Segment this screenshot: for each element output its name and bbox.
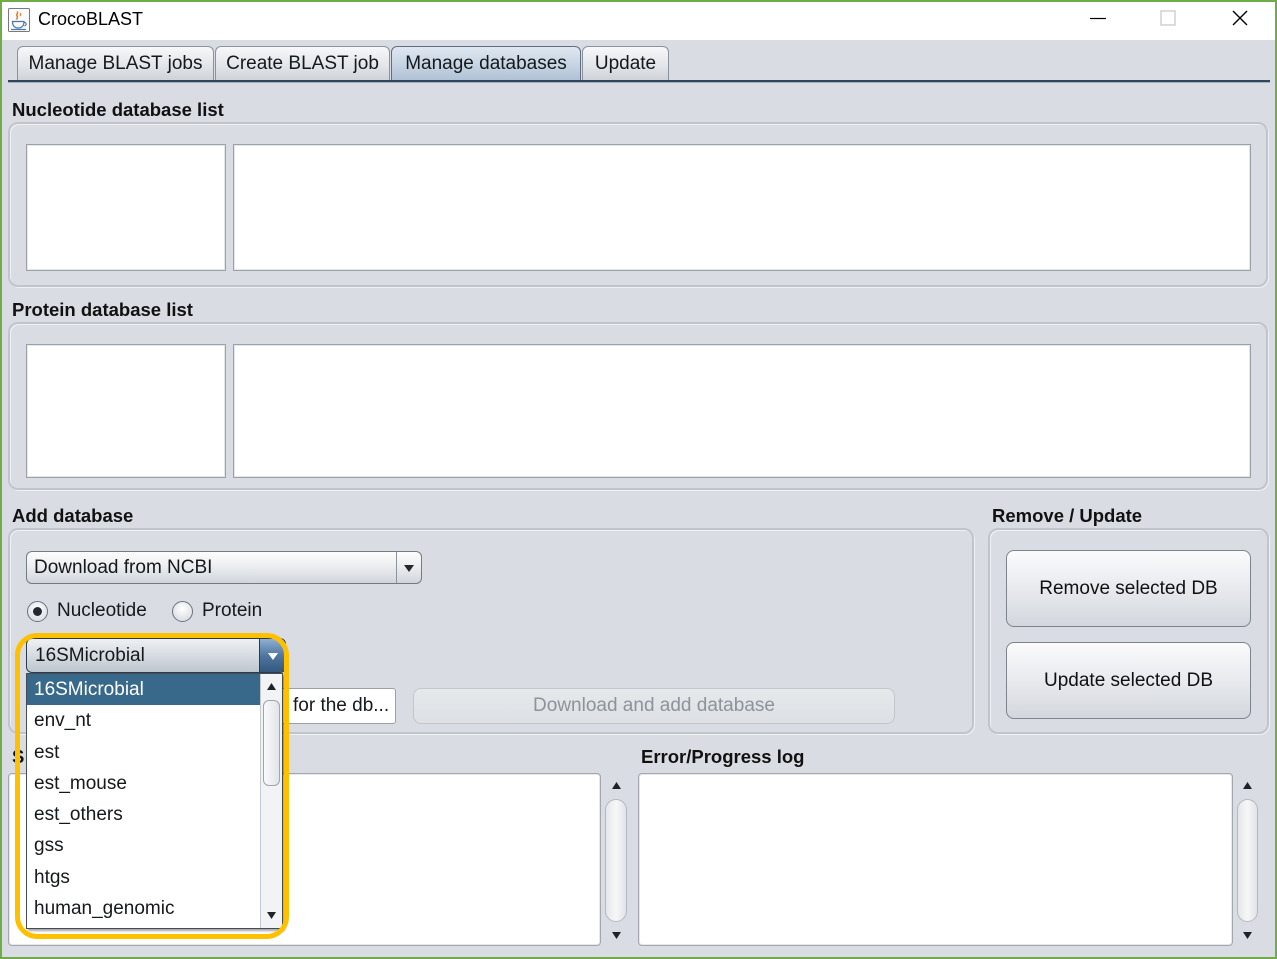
scroll-down-button[interactable] bbox=[261, 903, 282, 928]
scroll-track[interactable] bbox=[605, 799, 627, 922]
scroll-up-button[interactable] bbox=[261, 674, 282, 699]
radio-nucleotide-circle[interactable] bbox=[27, 601, 48, 622]
radio-protein-label[interactable]: Protein bbox=[202, 600, 262, 622]
radio-nucleotide-label[interactable]: Nucleotide bbox=[57, 600, 147, 622]
remove-update-section-title: Remove / Update bbox=[992, 505, 1143, 526]
download-add-database-button[interactable]: Download and add database bbox=[413, 688, 895, 724]
error-log-scrollbar[interactable] bbox=[1236, 773, 1259, 948]
status-log-title: S bbox=[12, 746, 25, 767]
scroll-up-arrow-icon bbox=[1242, 777, 1253, 795]
database-source-dropdown-button[interactable] bbox=[396, 552, 421, 583]
protein-db-name-list[interactable] bbox=[26, 344, 226, 478]
tab-manage-blast-jobs[interactable]: Manage BLAST jobs bbox=[17, 46, 214, 80]
ncbi-database-dropdown-button[interactable] bbox=[259, 639, 285, 672]
scroll-down-arrow-icon bbox=[266, 907, 277, 925]
scroll-down-arrow-icon bbox=[1242, 927, 1253, 945]
nucleotide-db-name-list[interactable] bbox=[26, 144, 226, 271]
protein-db-section-title: Protein database list bbox=[12, 299, 193, 320]
scroll-up-arrow-icon bbox=[611, 777, 622, 795]
tab-strip-divider-highlight bbox=[8, 82, 1270, 83]
dropdown-scroll-thumb[interactable] bbox=[263, 700, 280, 786]
dropdown-option[interactable]: 16SMicrobial bbox=[27, 674, 260, 706]
scroll-down-button[interactable] bbox=[1236, 923, 1259, 948]
window-title: CrocoBLAST bbox=[38, 9, 144, 29]
dropdown-option[interactable]: est bbox=[27, 737, 260, 768]
nucleotide-db-section-title: Nucleotide database list bbox=[12, 99, 224, 120]
chevron-down-icon bbox=[403, 557, 415, 579]
error-progress-log-textarea[interactable] bbox=[638, 773, 1233, 946]
scroll-up-button[interactable] bbox=[1236, 773, 1259, 798]
ncbi-database-value: 16SMicrobial bbox=[35, 645, 145, 666]
chevron-down-icon bbox=[267, 645, 279, 667]
java-cup-icon bbox=[8, 8, 30, 32]
add-database-section-title: Add database bbox=[12, 505, 134, 526]
dropdown-scrollbar[interactable] bbox=[260, 674, 282, 928]
scroll-down-button[interactable] bbox=[604, 923, 628, 948]
dropdown-option[interactable]: env_nt bbox=[27, 705, 260, 736]
dropdown-option[interactable]: htgs bbox=[27, 862, 260, 893]
protein-db-detail-list[interactable] bbox=[233, 344, 1251, 478]
ncbi-database-dropdown-list[interactable]: 16SMicrobial env_nt est est_mouse est_ot… bbox=[26, 673, 283, 929]
error-progress-log-title: Error/Progress log bbox=[641, 746, 805, 767]
database-source-select[interactable]: Download from NCBI bbox=[26, 551, 422, 584]
update-selected-db-button[interactable]: Update selected DB bbox=[1006, 642, 1251, 719]
dropdown-option[interactable]: human_genomic bbox=[27, 893, 260, 924]
title-bar[interactable]: CrocoBLAST bbox=[0, 0, 1277, 40]
scroll-down-arrow-icon bbox=[611, 927, 622, 945]
nucleotide-db-detail-list[interactable] bbox=[233, 144, 1251, 271]
scroll-up-button[interactable] bbox=[604, 773, 628, 798]
maximize-icon bbox=[1160, 9, 1176, 31]
remove-selected-db-button[interactable]: Remove selected DB bbox=[1006, 550, 1251, 627]
dropdown-option[interactable]: gss bbox=[27, 830, 260, 861]
ncbi-database-select[interactable]: 16SMicrobial bbox=[26, 638, 286, 673]
close-button[interactable] bbox=[1217, 0, 1263, 40]
tab-update[interactable]: Update bbox=[582, 46, 669, 80]
close-icon bbox=[1232, 10, 1248, 31]
minimize-icon bbox=[1090, 10, 1106, 31]
dropdown-options: 16SMicrobial env_nt est est_mouse est_ot… bbox=[27, 674, 260, 924]
tab-create-blast-job[interactable]: Create BLAST job bbox=[215, 46, 390, 80]
tab-manage-databases[interactable]: Manage databases bbox=[391, 46, 581, 80]
scroll-track[interactable] bbox=[1237, 799, 1258, 922]
database-source-value: Download from NCBI bbox=[34, 557, 213, 578]
dropdown-option[interactable]: est_others bbox=[27, 799, 260, 830]
dropdown-option[interactable]: est_mouse bbox=[27, 768, 260, 799]
minimize-button[interactable] bbox=[1075, 0, 1121, 40]
maximize-button[interactable] bbox=[1145, 0, 1191, 40]
scroll-up-arrow-icon bbox=[266, 678, 277, 696]
radio-protein-circle[interactable] bbox=[172, 601, 193, 622]
status-log-scrollbar[interactable] bbox=[604, 773, 628, 948]
